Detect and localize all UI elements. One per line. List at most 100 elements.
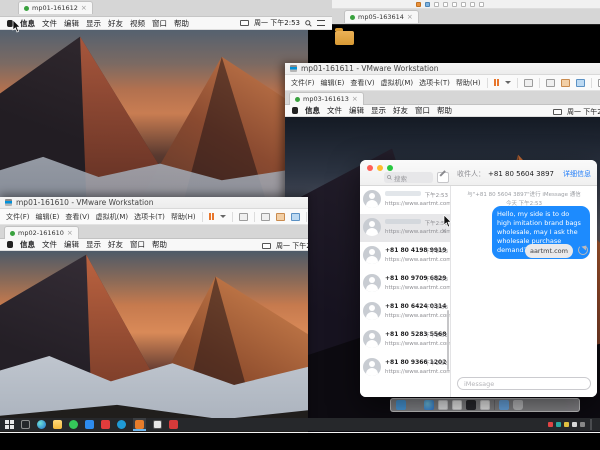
finder-icon[interactable] [396,400,406,410]
menu-help[interactable]: 帮助(H) [171,212,196,222]
display-icon[interactable] [240,20,249,26]
menu-view[interactable]: 查看(V) [65,212,89,222]
tray-yellow-icon[interactable] [564,422,569,427]
menubar-clock[interactable]: 周一 下午2:53 [254,18,300,28]
menu-tabs[interactable]: 选项卡(T) [134,212,165,222]
vm-tab-mp03-161613[interactable]: mp03-161613 × [289,92,364,105]
menu-help[interactable]: 帮助 [174,18,189,29]
conversation-row[interactable]: 下午2:53 https://www.aartmt.com/ [360,186,450,214]
menu-help[interactable]: 帮助(H) [456,78,481,88]
menu-window[interactable]: 窗口 [152,18,167,29]
menubar-clock[interactable]: 周一 下午2:53 [276,241,308,251]
menu-file[interactable]: 文件 [42,239,57,250]
app-skype-icon[interactable] [117,420,126,429]
close-window-icon[interactable] [367,165,373,171]
task-view-button[interactable] [21,420,30,429]
menu-edit[interactable]: 编辑 [64,18,79,29]
menu-messages[interactable]: 信息 [20,239,35,250]
message-input[interactable]: iMessage [457,377,591,390]
tab-close-icon[interactable]: × [81,5,87,12]
toolbar-icon[interactable] [479,2,484,7]
window-titlebar[interactable]: mp01-161610 - VMware Workstation [0,197,308,209]
menu-buddies[interactable]: 好友 [108,239,123,250]
edge-browser-icon[interactable] [37,420,46,429]
messages-icon[interactable] [466,400,476,410]
toolbar-icon[interactable] [434,2,439,7]
search-input[interactable]: 搜索 [384,172,433,183]
compose-button[interactable] [437,172,449,183]
snapshot-revert-icon[interactable] [561,79,570,87]
conversation-row[interactable]: +81 80 9366 1202 下午2:53 https://www.aart… [360,354,450,382]
snapshot-clock-icon[interactable] [546,79,555,87]
conversation-row[interactable]: +81 80 5283 5568 下午2:53 https://www.aart… [360,326,450,354]
downloads-icon[interactable] [499,400,509,410]
tray-red-icon[interactable] [548,422,553,427]
file-explorer-icon[interactable] [53,420,62,429]
spotlight-icon[interactable] [305,20,312,27]
menu-file[interactable]: 文件(F) [6,212,30,222]
toolbar-icon[interactable] [470,2,475,7]
menu-messages[interactable]: 信息 [20,18,35,29]
safari-icon[interactable] [438,400,448,410]
conversation-row[interactable]: +81 80 6424 0314 下午2:53 https://www.aart… [360,298,450,326]
snapshot-revert-icon[interactable] [276,213,285,221]
pause-icon[interactable] [494,79,499,86]
menu-edit[interactable]: 编辑(E) [321,78,345,88]
snapshot-manager-icon[interactable] [576,79,585,87]
tray-teal-icon[interactable] [556,422,561,427]
display-icon[interactable] [553,109,562,115]
list-scrollbar[interactable] [447,310,449,370]
menu-window[interactable]: 窗口 [130,239,145,250]
tray-white-icon[interactable] [572,422,577,427]
conversation-row-selected[interactable]: 下午2:53 https://www.aartmt.com/ × [360,214,450,242]
tab-close-icon[interactable]: × [407,14,413,21]
notification-center-icon[interactable] [317,20,325,26]
pause-icon[interactable] [416,2,421,7]
conversation-row[interactable]: +81 80 4198 9919 下午2:53 https://www.aart… [360,242,450,270]
toolbar-icon[interactable] [461,2,466,7]
vmware-taskbar-active[interactable] [133,418,146,431]
apple-menu-icon[interactable] [292,107,298,114]
notes-icon[interactable] [480,400,490,410]
link-preview-bubble[interactable]: aartmt.com [525,244,573,258]
suspend-caret-icon[interactable] [220,215,226,218]
launchpad-icon[interactable] [410,400,420,410]
ctrl-alt-del-icon[interactable] [524,79,533,87]
menu-view[interactable]: 显示 [86,18,101,29]
menubar-clock[interactable]: 周一 下午2:53 [567,107,600,117]
start-button[interactable] [5,420,14,429]
snapshot-manager-icon[interactable] [291,213,300,221]
conversation-close-icon[interactable]: × [441,228,447,235]
app-gray-icon[interactable] [153,420,162,429]
menu-tabs[interactable]: 选项卡(T) [419,78,450,88]
ctrl-alt-del-icon[interactable] [239,213,248,221]
app-green-icon[interactable] [69,420,78,429]
menu-vm[interactable]: 虚拟机(M) [381,78,414,88]
app-blue-icon[interactable] [85,420,94,429]
menu-vm[interactable]: 虚拟机(M) [96,212,129,222]
apple-menu-icon[interactable] [7,241,13,248]
menu-help[interactable]: 帮助 [152,239,167,250]
siri-icon[interactable] [424,400,434,410]
folder-icon[interactable] [335,31,354,45]
minimize-window-icon[interactable] [377,165,383,171]
menu-messages[interactable]: 信息 [305,105,320,116]
menu-view[interactable]: 显示 [86,239,101,250]
app-red-icon[interactable] [101,420,110,429]
zoom-window-icon[interactable] [387,165,393,171]
menu-file[interactable]: 文件(F) [291,78,315,88]
trash-icon[interactable] [513,400,523,410]
menu-file[interactable]: 文件 [42,18,57,29]
show-desktop-button[interactable] [590,419,592,430]
toolbar-icon[interactable] [443,2,448,7]
menu-buddies[interactable]: 好友 [108,18,123,29]
window-titlebar[interactable]: mp01-161611 - VMware Workstation [285,63,600,75]
menu-help[interactable]: 帮助 [437,105,452,116]
vm-tab-mp01-161612[interactable]: mp01-161612 × [18,1,93,14]
app-red-2-icon[interactable] [169,420,178,429]
menu-edit[interactable]: 编辑 [64,239,79,250]
mail-icon[interactable] [452,400,462,410]
menu-buddies[interactable]: 好友 [393,105,408,116]
menu-view[interactable]: 显示 [371,105,386,116]
toolbar-icon[interactable] [452,2,457,7]
